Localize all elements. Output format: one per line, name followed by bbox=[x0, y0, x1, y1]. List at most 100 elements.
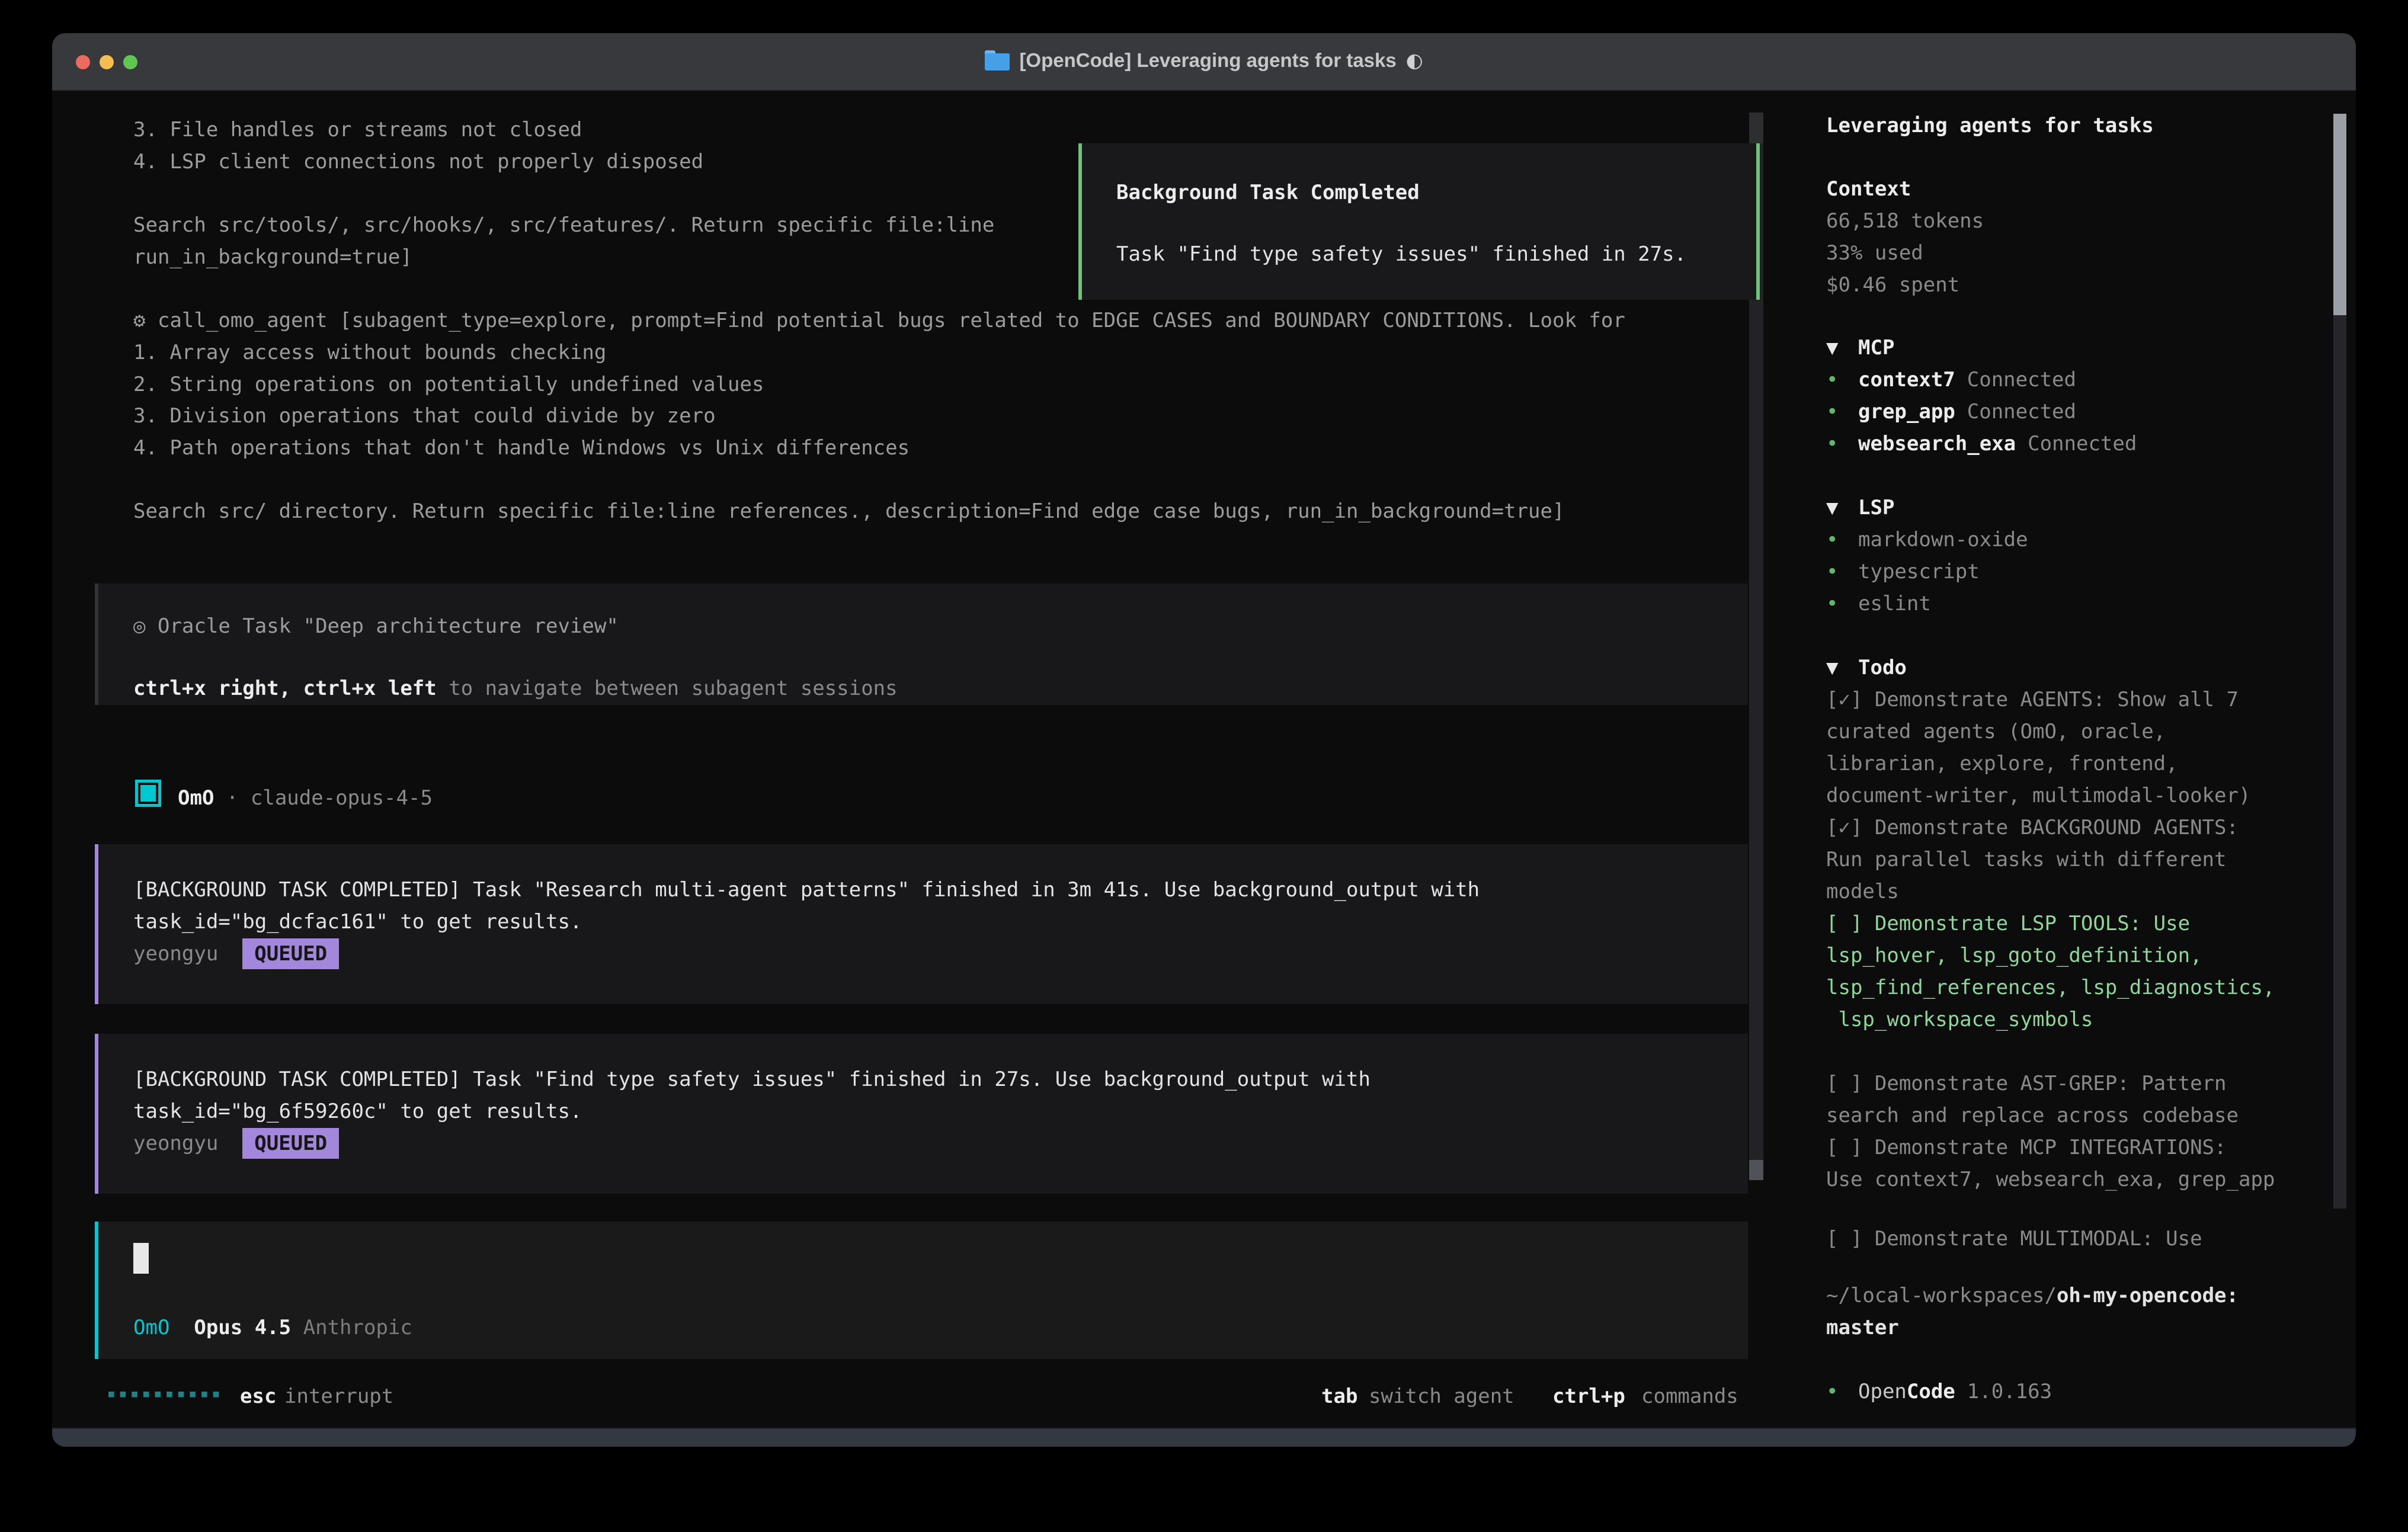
gear-icon: ⚙ bbox=[133, 309, 145, 332]
task-user: yeongyu bbox=[133, 1132, 218, 1155]
input-provider-name: Anthropic bbox=[303, 1316, 412, 1339]
lsp-section-header[interactable]: ▼LSP bbox=[1826, 492, 1894, 524]
mcp-item-name: websearch_exa bbox=[1858, 428, 2016, 460]
mcp-item-status: Connected bbox=[2028, 428, 2137, 460]
todo-line: [ ] Demonstrate MULTIMODAL: Use bbox=[1826, 1223, 2202, 1255]
status-dot-icon: • bbox=[1826, 524, 1858, 556]
todo-line-active: lsp_find_references, lsp_diagnostics, bbox=[1826, 972, 2275, 1004]
todo-line: Use context7, websearch_exa, grep_app bbox=[1826, 1164, 2275, 1196]
chevron-down-icon: ▼ bbox=[1826, 492, 1858, 524]
task-message-line: [BACKGROUND TASK COMPLETED] Task "Find t… bbox=[133, 1063, 1370, 1095]
status-dot-icon: • bbox=[1826, 364, 1858, 396]
status-dot-icon: • bbox=[1826, 396, 1858, 428]
background-task-toast: Background Task Completed Task "Find typ… bbox=[1078, 143, 1760, 300]
status-dot-icon: • bbox=[1826, 588, 1858, 620]
lsp-item: •typescript bbox=[1826, 556, 1980, 588]
agent-marker: OmO · claude-opus-4-5 bbox=[178, 782, 433, 814]
status-dot-icon: • bbox=[1826, 428, 1858, 460]
version-row: •OpenCode 1.0.163 bbox=[1826, 1376, 2052, 1408]
main-scrollbar-cap bbox=[1749, 113, 1763, 143]
task-message-line: [BACKGROUND TASK COMPLETED] Task "Resear… bbox=[133, 874, 1480, 906]
mcp-header-label: MCP bbox=[1858, 332, 1894, 364]
todo-line: search and replace across codebase bbox=[1826, 1100, 2239, 1132]
mcp-item: •context7Connected bbox=[1826, 364, 2076, 396]
lsp-item-name: eslint bbox=[1858, 588, 1931, 620]
lsp-item-name: typescript bbox=[1858, 556, 1980, 588]
task-message-line: task_id="bg_dcfac161" to get results. bbox=[133, 906, 582, 938]
commands-key-hint: ctrl+p bbox=[1552, 1380, 1625, 1412]
path-repo: oh-my-opencode: bbox=[2057, 1284, 2239, 1307]
agent-status-icon bbox=[135, 780, 161, 807]
task-meta-row: yeongyu QUEUED bbox=[133, 938, 339, 970]
chevron-down-icon: ▼ bbox=[1826, 652, 1858, 684]
todo-line: Run parallel tasks with different bbox=[1826, 844, 2227, 876]
window-title-group: [OpenCode] Leveraging agents for tasks ◐ bbox=[52, 49, 2356, 72]
task-message-2: [BACKGROUND TASK COMPLETED] Task "Find t… bbox=[95, 1034, 1748, 1194]
session-progress-icon: ◐ bbox=[1406, 49, 1423, 72]
transcript-line: run_in_background=true] bbox=[133, 241, 412, 273]
chevron-down-icon: ▼ bbox=[1826, 332, 1858, 364]
todo-line-active: lsp_hover, lsp_goto_definition, bbox=[1826, 940, 2202, 972]
mcp-item-status: Connected bbox=[1967, 364, 2076, 396]
window-bottom-bar bbox=[52, 1428, 2356, 1447]
agent-name: OmO bbox=[178, 786, 214, 810]
transcript-line: Search src/tools/, src/hooks/, src/featu… bbox=[133, 209, 994, 241]
lsp-item-name: markdown-oxide bbox=[1858, 524, 2028, 556]
tab-key-hint: tab bbox=[1321, 1380, 1357, 1412]
transcript-line: 3. File handles or streams not closed bbox=[133, 114, 582, 146]
screenshot-stage: [OpenCode] Leveraging agents for tasks ◐… bbox=[0, 0, 2408, 1532]
esc-key-hint: esc bbox=[240, 1380, 276, 1412]
task-message-line: task_id="bg_6f59260c" to get results. bbox=[133, 1095, 582, 1127]
task-user: yeongyu bbox=[133, 942, 218, 966]
todo-line: [✓] Demonstrate BACKGROUND AGENTS: bbox=[1826, 812, 2239, 844]
sidebar-scrollbar-thumb[interactable] bbox=[2333, 114, 2346, 315]
todo-line-active: [ ] Demonstrate LSP TOOLS: Use bbox=[1826, 908, 2190, 940]
tool-call-item: 2. String operations on potentially unde… bbox=[133, 368, 764, 400]
mcp-section-header[interactable]: ▼MCP bbox=[1826, 332, 1894, 364]
mcp-item-status: Connected bbox=[1967, 396, 2076, 428]
tool-call-line: ⚙ call_omo_agent [subagent_type=explore,… bbox=[133, 305, 1625, 336]
todo-line: [ ] Demonstrate MCP INTEGRATIONS: bbox=[1826, 1132, 2227, 1164]
tool-call-item: 3. Division operations that could divide… bbox=[133, 400, 716, 432]
tool-call-text: call_omo_agent [subagent_type=explore, p… bbox=[158, 309, 1625, 332]
tab-key-label: switch agent bbox=[1369, 1380, 1514, 1412]
context-used: 33% used bbox=[1826, 237, 1923, 269]
lsp-item: •markdown-oxide bbox=[1826, 524, 2028, 556]
oracle-hint: ctrl+x right, ctrl+x left to navigate be… bbox=[133, 672, 898, 704]
hint-rest: to navigate between subagent sessions bbox=[437, 677, 898, 700]
agent-model: claude-opus-4-5 bbox=[251, 786, 433, 810]
brand-open: Open bbox=[1858, 1376, 1907, 1408]
window-title: [OpenCode] Leveraging agents for tasks bbox=[1019, 49, 1396, 72]
oracle-task-title: ◎ Oracle Task "Deep architecture review" bbox=[133, 610, 619, 642]
lsp-header-label: LSP bbox=[1858, 492, 1894, 524]
oracle-task-box: ◎ Oracle Task "Deep architecture review"… bbox=[95, 584, 1748, 705]
context-header: Context bbox=[1826, 173, 1911, 205]
version-number: 1.0.163 bbox=[1967, 1376, 2052, 1408]
input-model-name: Opus 4.5 bbox=[194, 1316, 291, 1339]
status-badge: QUEUED bbox=[242, 938, 339, 969]
sidebar-session-title: Leveraging agents for tasks bbox=[1826, 110, 2154, 142]
git-branch: master bbox=[1826, 1312, 1899, 1344]
main-scrollbar-thumb[interactable] bbox=[1749, 1160, 1763, 1180]
todo-line: [✓] Demonstrate AGENTS: Show all 7 bbox=[1826, 684, 2239, 716]
status-dot-icon: • bbox=[1826, 1376, 1858, 1408]
tool-call-item: 1. Array access without bounds checking bbox=[133, 336, 606, 368]
lsp-item: •eslint bbox=[1826, 588, 1931, 620]
transcript-line: 4. LSP client connections not properly d… bbox=[133, 146, 703, 178]
todo-section-header[interactable]: ▼Todo bbox=[1826, 652, 1907, 684]
text-cursor[interactable] bbox=[133, 1243, 149, 1274]
status-badge: QUEUED bbox=[242, 1128, 339, 1159]
todo-line: document-writer, multimodal-looker) bbox=[1826, 780, 2250, 812]
toast-body: Task "Find type safety issues" finished … bbox=[1116, 238, 1686, 270]
model-info-row: OmO Opus 4.5 Anthropic bbox=[133, 1312, 412, 1344]
oracle-icon: ◎ bbox=[133, 614, 145, 638]
agent-separator: · bbox=[226, 786, 238, 810]
tool-call-tail: Search src/ directory. Return specific f… bbox=[133, 495, 1564, 527]
tool-call-item: 4. Path operations that don't handle Win… bbox=[133, 432, 910, 464]
toast-title: Background Task Completed bbox=[1116, 177, 1420, 209]
path-prefix: ~/local-workspaces/ bbox=[1826, 1284, 2057, 1307]
folder-icon bbox=[985, 50, 1010, 70]
mcp-item: •websearch_exa Connected bbox=[1826, 428, 2137, 460]
brand-code: Code bbox=[1907, 1376, 1955, 1408]
task-meta-row: yeongyu QUEUED bbox=[133, 1127, 339, 1159]
